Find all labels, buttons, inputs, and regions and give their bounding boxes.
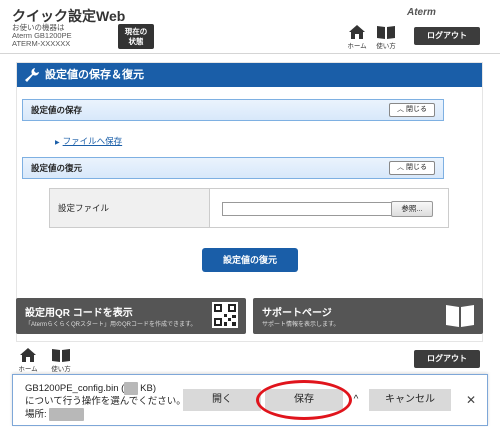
save-section-header[interactable]: 設定値の保存 ︿ 閉じる xyxy=(22,99,444,121)
collapse-label: 閉じる xyxy=(405,106,427,113)
save-section-collapse-button[interactable]: ︿ 閉じる xyxy=(389,103,435,117)
status-button-label-1: 現在の xyxy=(124,27,148,36)
restore-section-collapse-button[interactable]: ︿ 閉じる xyxy=(389,161,435,175)
logout-button[interactable]: ログアウト xyxy=(414,27,480,45)
support-tile-description: サポート情報を表示します。 xyxy=(262,322,340,328)
chevron-up-icon: ︿ xyxy=(397,106,405,113)
download-prompt: について行う操作を選んでください。 xyxy=(25,396,186,407)
footer-manual-label: 使い方 xyxy=(51,366,71,373)
save-options-chevron-icon[interactable]: ^ xyxy=(347,389,365,411)
section-title-bar: 設定値の保存＆復元 xyxy=(17,63,482,87)
save-to-file-link[interactable]: ▶ ファイルへ保存 xyxy=(55,135,122,147)
settings-file-input[interactable] xyxy=(222,202,392,216)
header: クイック設定Web お使いの機器は Aterm GB1200PE ATERM-X… xyxy=(0,0,500,54)
section-title: 設定値の保存＆復元 xyxy=(45,69,144,81)
settings-file-label: 設定ファイル xyxy=(50,189,210,227)
home-link[interactable]: ホーム xyxy=(345,25,369,50)
device-name: ATERM-XXXXXX xyxy=(12,39,71,48)
support-tile-title: サポートページ xyxy=(262,308,332,319)
download-size-unit: KB) xyxy=(140,383,156,394)
qr-code-tile[interactable]: 設定用QR コードを表示 「AtermらくらくQRスタート」用のQRコードを作成… xyxy=(16,298,246,334)
download-save-button[interactable]: 保存 xyxy=(265,389,343,411)
aterm-logo: Aterm xyxy=(407,7,436,18)
home-label: ホーム xyxy=(347,43,367,50)
download-message: GB1200PE_config.bin ( KB) について行う操作を選んでくだ… xyxy=(25,382,186,421)
support-page-tile[interactable]: サポートページ サポート情報を表示します。 xyxy=(253,298,483,334)
collapse-label: 閉じる xyxy=(405,164,427,171)
download-file-line: GB1200PE_config.bin ( KB) xyxy=(25,382,186,395)
device-info: お使いの機器は Aterm GB1200PE ATERM-XXXXXX xyxy=(12,24,72,48)
download-open-button[interactable]: 開く xyxy=(183,389,261,411)
download-cancel-button[interactable]: キャンセル xyxy=(369,389,451,411)
current-status-button[interactable]: 現在の 状態 xyxy=(118,24,154,49)
book-icon xyxy=(446,305,474,327)
restore-settings-button[interactable]: 設定値の復元 xyxy=(202,248,298,272)
status-button-label-2: 状態 xyxy=(128,37,144,46)
home-icon xyxy=(20,348,36,362)
redacted-location xyxy=(49,408,84,421)
footer-home-label: ホーム xyxy=(18,366,38,373)
download-location-line: 場所: xyxy=(25,408,186,421)
book-icon xyxy=(52,349,70,362)
manual-label: 使い方 xyxy=(376,43,396,50)
download-notification-bar: GB1200PE_config.bin ( KB) について行う操作を選んでくだ… xyxy=(12,374,488,426)
wrench-icon xyxy=(25,68,39,82)
close-icon[interactable]: ✕ xyxy=(463,389,479,411)
arrow-right-icon: ▶ xyxy=(55,140,60,146)
save-section-title: 設定値の保存 xyxy=(31,105,83,115)
settings-file-row: 設定ファイル 参照... xyxy=(49,188,449,228)
home-icon xyxy=(349,25,365,39)
manual-link[interactable]: 使い方 xyxy=(374,25,398,50)
book-icon xyxy=(377,26,395,39)
footer-logout-button[interactable]: ログアウト xyxy=(414,350,480,368)
qr-tile-description: 「AtermらくらくQRスタート」用のQRコードを作成できます。 xyxy=(25,322,197,328)
footer-manual-link[interactable]: 使い方 xyxy=(49,348,73,373)
footer-home-link[interactable]: ホーム xyxy=(16,348,40,373)
download-file-name: GB1200PE_config.bin xyxy=(25,383,119,394)
qr-code-icon xyxy=(212,302,238,328)
save-to-file-label: ファイルへ保存 xyxy=(62,136,123,146)
footer: ホーム 使い方 ログアウト xyxy=(0,342,500,373)
restore-section-header[interactable]: 設定値の復元 ︿ 閉じる xyxy=(22,157,444,179)
restore-section-title: 設定値の復元 xyxy=(31,163,83,173)
chevron-up-icon: ︿ xyxy=(397,164,405,171)
download-location-label: 場所: xyxy=(25,409,47,420)
browse-button[interactable]: 参照... xyxy=(391,201,433,217)
qr-tile-title: 設定用QR コードを表示 xyxy=(25,308,133,319)
redacted-size xyxy=(124,382,138,395)
